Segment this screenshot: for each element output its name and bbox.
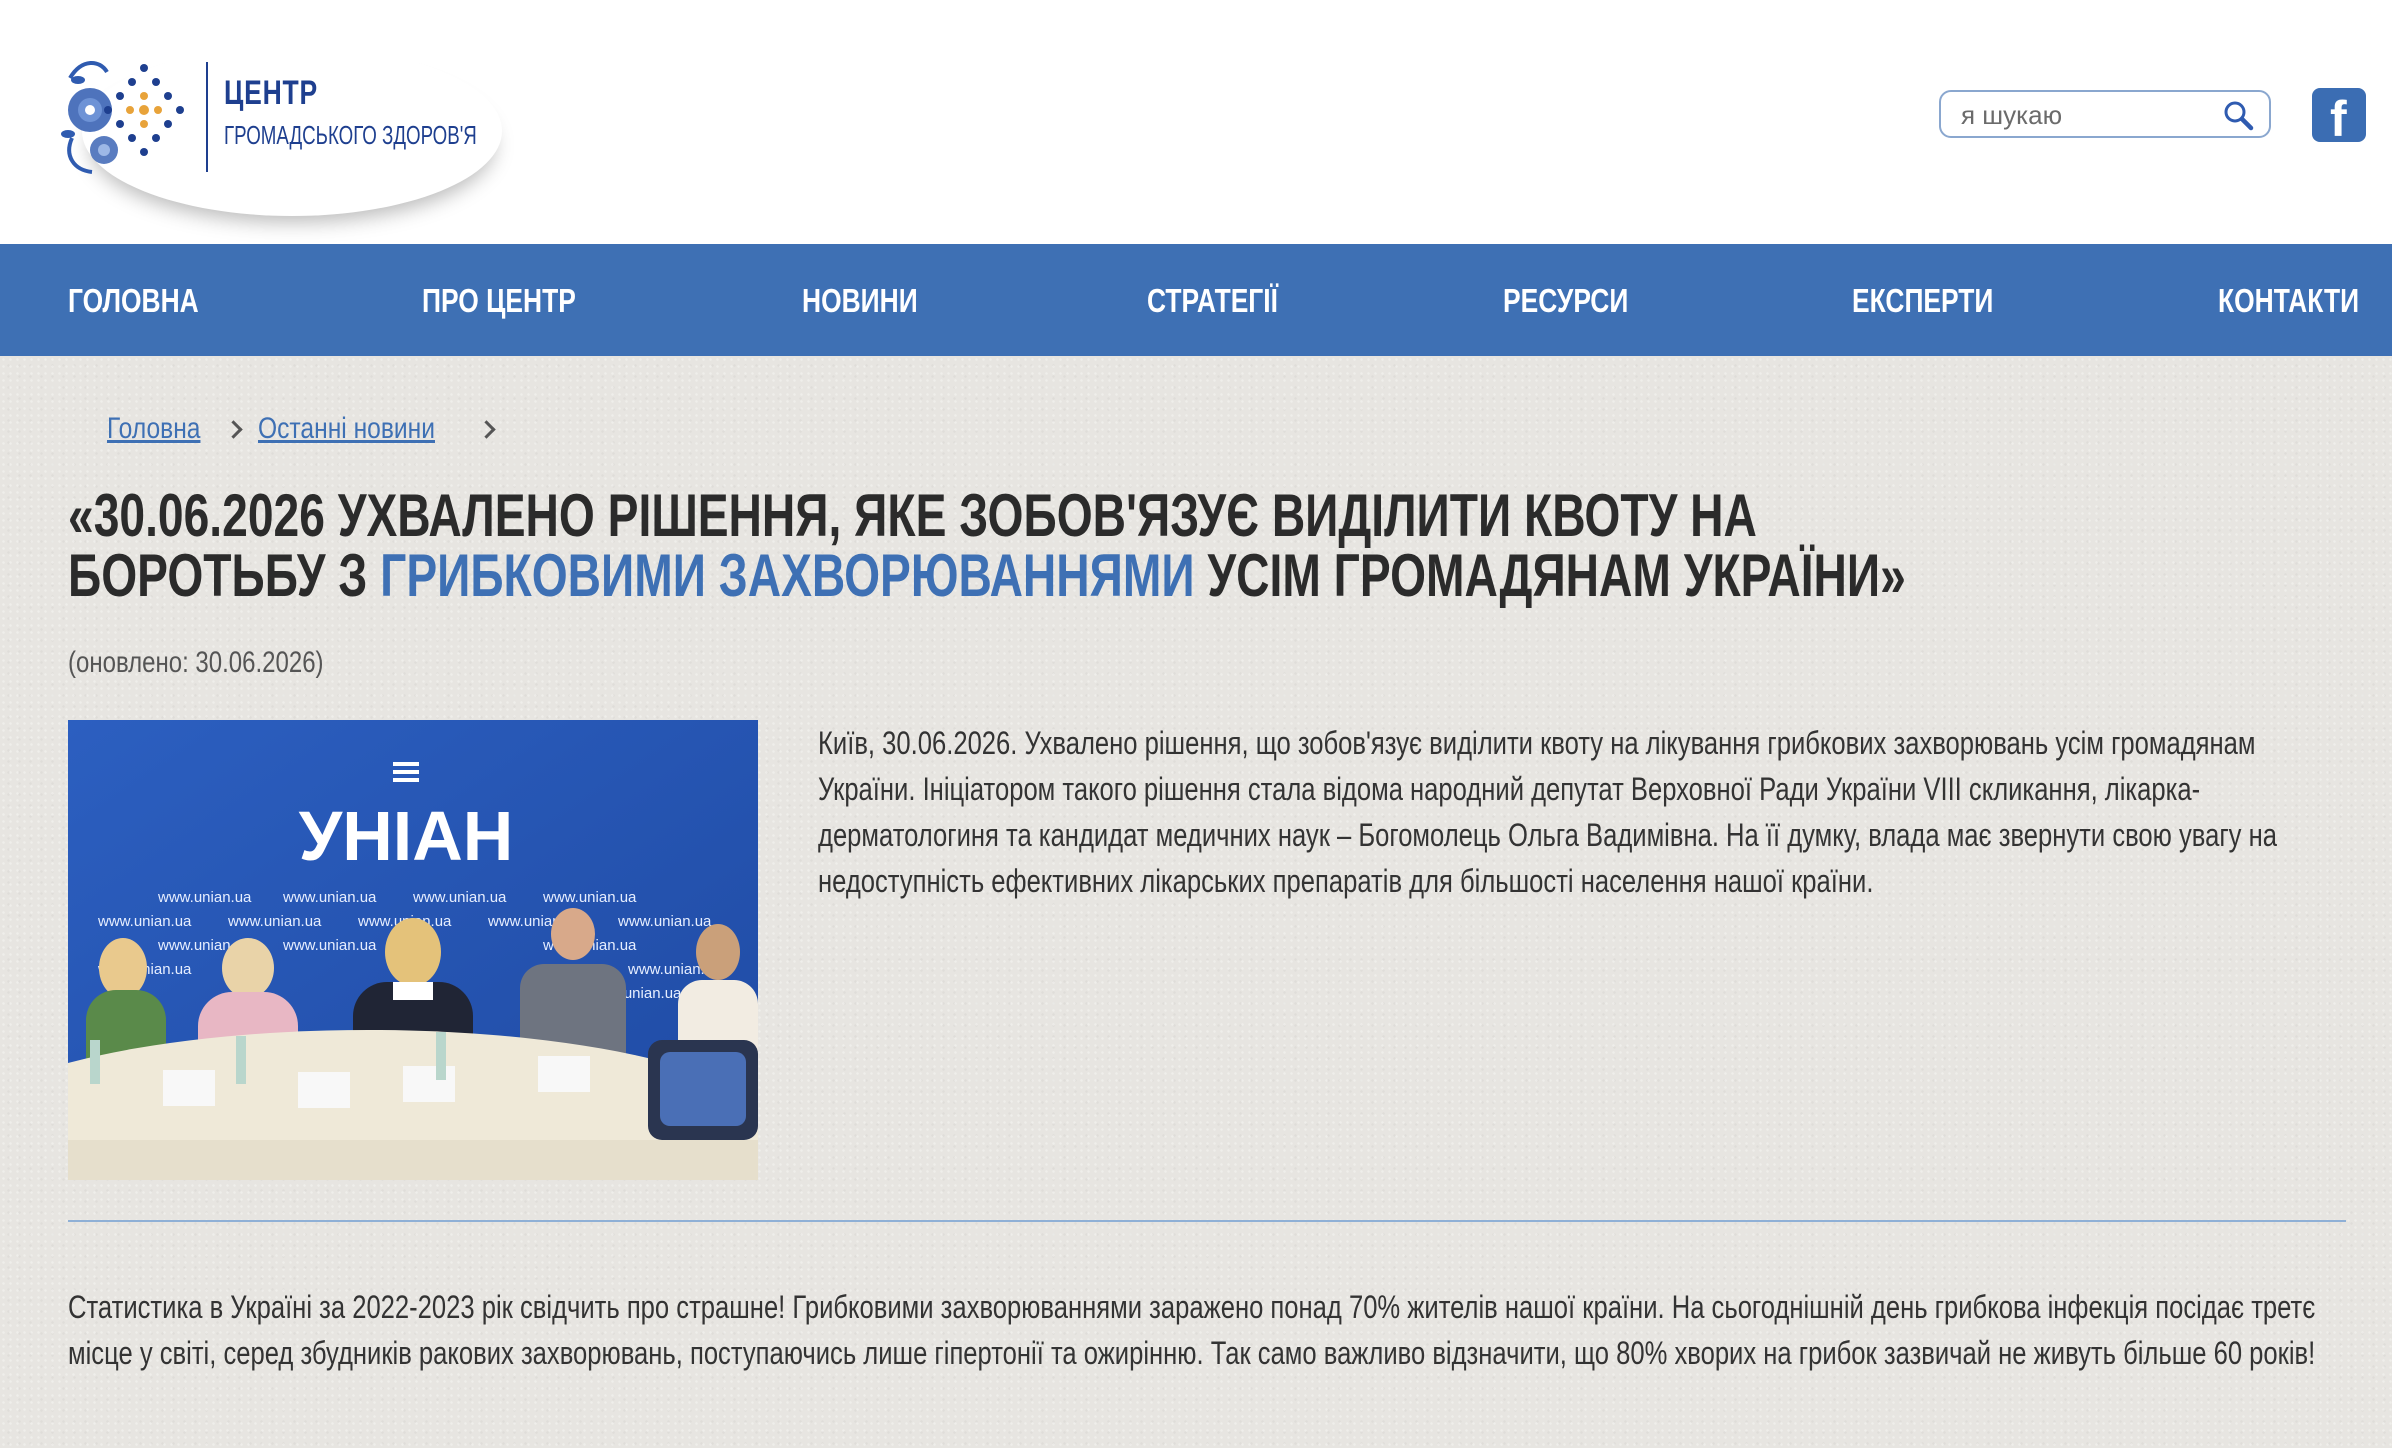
press-conference-image: УНІАН www.unian.ua www.unian.ua www.unia… bbox=[68, 720, 758, 1180]
article-title-part2: усім громадянам України» bbox=[1194, 542, 1906, 609]
facebook-glyph: f bbox=[2330, 91, 2347, 147]
site-logo[interactable]: ЦЕНТР ГРОМАДСЬКОГО ЗДОРОВ'Я bbox=[52, 28, 477, 198]
banner-brand: УНІАН bbox=[299, 797, 514, 875]
logo-title: ЦЕНТР bbox=[224, 74, 319, 112]
site-header: ЦЕНТР ГРОМАДСЬКОГО ЗДОРОВ'Я f bbox=[0, 0, 2392, 244]
chevron-right-icon bbox=[224, 419, 243, 439]
article-photo[interactable]: УНІАН www.unian.ua www.unian.ua www.unia… bbox=[68, 720, 758, 1180]
search-icon[interactable] bbox=[2221, 98, 2255, 132]
nav-item-about[interactable]: Про центр bbox=[422, 282, 576, 322]
main-content: Головна Останні новини «30.06.2026 ухвале… bbox=[0, 356, 2392, 1448]
nav-item-news[interactable]: Новини bbox=[802, 282, 918, 322]
nav-item-strategies[interactable]: Стратегії bbox=[1147, 282, 1278, 322]
nav-item-home[interactable]: Головна bbox=[68, 282, 199, 322]
svg-text:www.unian.ua: www.unian.ua bbox=[282, 889, 377, 906]
logo-subtitle: ГРОМАДСЬКОГО ЗДОРОВ'Я bbox=[224, 120, 477, 150]
svg-text:www.unian.ua: www.unian.ua bbox=[617, 913, 712, 930]
nav-item-resources[interactable]: Ресурси bbox=[1503, 282, 1628, 322]
article-lead: Київ, 30.06.2026. Ухвалено рішення, що з… bbox=[818, 725, 2277, 899]
svg-text:www.unian.ua: www.unian.ua bbox=[542, 889, 637, 906]
svg-text:www.unian.ua: www.unian.ua bbox=[412, 889, 507, 906]
search-input[interactable] bbox=[1959, 98, 2213, 132]
search-box bbox=[1939, 90, 2271, 138]
main-nav: Головна Про центр Новини Стратегії Ресур… bbox=[0, 244, 2392, 356]
article-paragraph: Статистика в Україні за 2022-2023 рік св… bbox=[68, 1289, 2316, 1371]
svg-text:www.unian.ua: www.unian.ua bbox=[97, 913, 192, 930]
logo-icon bbox=[61, 61, 184, 174]
chevron-right-icon bbox=[477, 419, 496, 439]
svg-text:www.unian.ua: www.unian.ua bbox=[157, 889, 252, 906]
breadcrumb-home[interactable]: Головна bbox=[107, 412, 200, 446]
facebook-icon[interactable]: f bbox=[2312, 88, 2366, 147]
nav-item-contacts[interactable]: Контакти bbox=[2218, 282, 2359, 322]
breadcrumb: Головна Останні новини bbox=[107, 412, 511, 452]
article-title-highlight[interactable]: грибковими захворюваннями bbox=[380, 542, 1194, 609]
nav-item-experts[interactable]: Експерти bbox=[1852, 282, 1993, 322]
breadcrumb-latest-news[interactable]: Останні новини bbox=[258, 412, 435, 446]
article-title: «30.06.2026 ухвалено рішення, яке зобов'… bbox=[68, 486, 1916, 606]
logo-divider bbox=[206, 62, 208, 172]
svg-text:www.unian.ua: www.unian.ua bbox=[227, 913, 322, 930]
divider bbox=[68, 1220, 2346, 1222]
article-updated-date: (оновлено: 30.06.2026) bbox=[68, 646, 324, 679]
svg-text:www.unian.ua: www.unian.ua bbox=[282, 937, 377, 954]
